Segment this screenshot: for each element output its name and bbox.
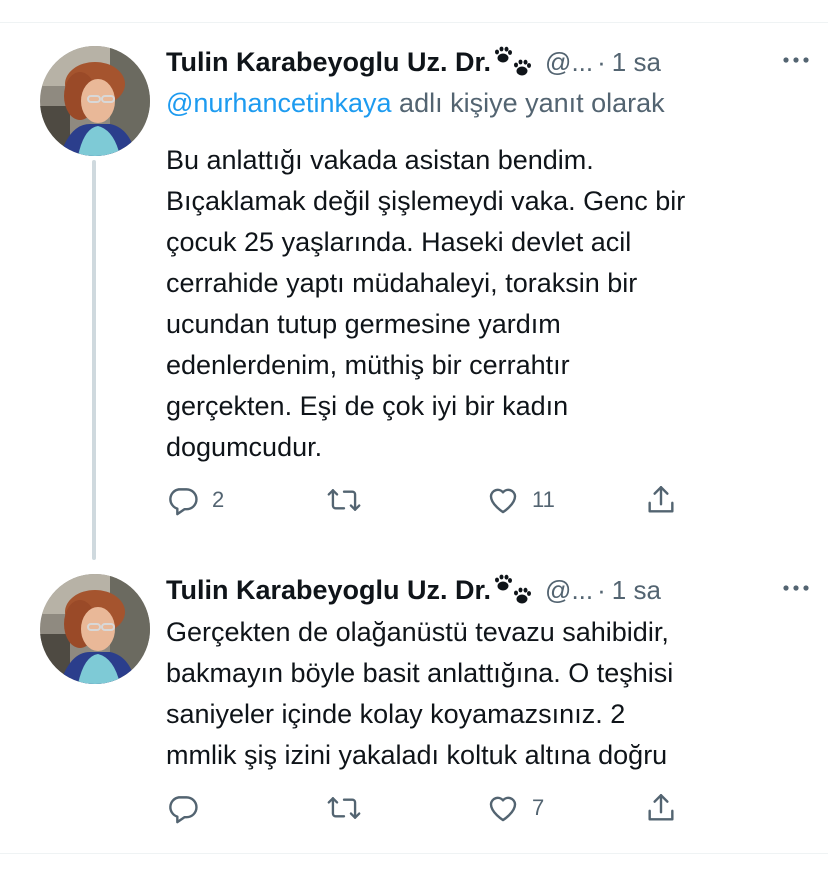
user-handle[interactable]: @... [545,47,593,78]
heart-icon [486,791,520,825]
share-icon [644,483,678,517]
more-icon[interactable] [778,48,814,72]
mention-link[interactable]: @nurhancetinkaya [166,88,392,118]
tweet-header: Tulin Karabeyoglu Uz. Dr. @... · 1 sa [166,568,796,612]
tweet-header: Tulin Karabeyoglu Uz. Dr. @... · 1 sa [166,40,796,84]
reply-icon [166,791,200,825]
reply-context: @nurhancetinkaya adlı kişiye yanıt olara… [166,88,665,119]
heart-icon [486,483,520,517]
reply-count: 2 [212,487,225,512]
timestamp[interactable]: 1 sa [612,575,661,606]
tweet-actions: 7 [166,788,686,828]
share-button[interactable] [644,788,678,828]
tweet-text: Bu anlattığı vakada asistan bendim. Bıça… [166,145,686,462]
display-name[interactable]: Tulin Karabeyoglu Uz. Dr. [166,47,491,78]
bottom-divider [0,853,828,854]
reply-button[interactable]: 2 [166,480,224,520]
retweet-button[interactable] [326,480,374,520]
paw-prints-icon [493,46,535,78]
avatar[interactable] [40,574,150,684]
more-icon[interactable] [778,576,814,600]
reply-button[interactable] [166,788,212,828]
retweet-icon [326,483,362,517]
avatar[interactable] [40,46,150,156]
like-count: 7 [532,795,545,820]
thread-connector-line [92,160,96,560]
tweet-actions: 2 11 [166,480,686,520]
separator-dot: · [597,46,606,77]
tweet-text: Gerçekten de olağanüstü tevazu sahibidir… [166,617,674,770]
retweet-icon [326,791,362,825]
display-name[interactable]: Tulin Karabeyoglu Uz. Dr. [166,575,491,606]
like-button[interactable]: 11 [486,480,555,520]
paw-prints-icon [493,574,535,606]
reply-icon [166,483,200,517]
like-button[interactable]: 7 [486,788,544,828]
retweet-button[interactable] [326,788,374,828]
like-count: 11 [532,487,555,512]
share-button[interactable] [644,480,678,520]
timestamp[interactable]: 1 sa [612,47,661,78]
reply-context-suffix: adlı kişiye yanıt olarak [391,88,665,118]
separator-dot: · [597,574,606,605]
share-icon [644,791,678,825]
top-divider [0,22,828,23]
user-handle[interactable]: @... [545,575,593,606]
